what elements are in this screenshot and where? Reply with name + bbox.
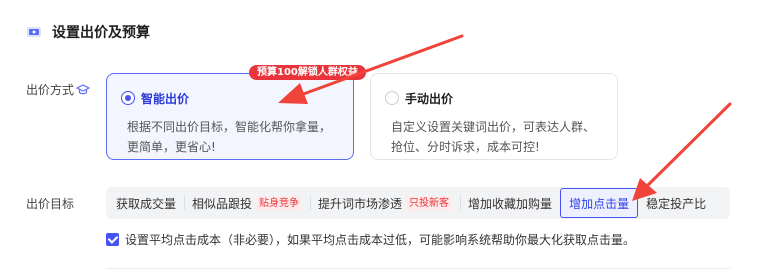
tab-label: 增加点击量 (569, 196, 630, 211)
tab-get-sales[interactable]: 获取成交量 (108, 187, 184, 219)
smart-bid-option[interactable]: 智能出价 根据不同出价目标，智能化帮你拿量，更简单，更省心! (106, 73, 354, 160)
tab-market-penetration[interactable]: 提升词市场渗透 只投新客 (310, 187, 460, 219)
tab-label: 稳定投产比 (646, 196, 707, 211)
tab-increase-clicks[interactable]: 增加点击量 (560, 188, 639, 218)
section-header: 设置出价及预算 (26, 22, 150, 42)
tab-badge: 贴身竞争 (256, 195, 303, 211)
tab-favorites-cart[interactable]: 增加收藏加购量 (460, 187, 560, 219)
avg-cost-checkbox[interactable] (106, 232, 119, 246)
manual-bid-radio[interactable] (385, 91, 399, 105)
smart-bid-radio[interactable] (121, 91, 135, 105)
tab-label: 提升词市场渗透 (318, 196, 403, 211)
bid-method-label-text: 出价方式 (26, 83, 75, 97)
graduation-cap-icon (76, 83, 91, 94)
bid-goal-label: 出价目标 (26, 197, 75, 211)
tab-badge: 只投新客 (406, 195, 453, 211)
section-title: 设置出价及预算 (52, 25, 150, 41)
manual-bid-desc: 自定义设置关键词出价，可表达人群、抢位、分时诉求，成本可控! (391, 120, 596, 154)
smart-bid-desc: 根据不同出价目标，智能化帮你拿量，更简单，更省心! (127, 120, 332, 154)
smart-bid-title: 智能出价 (141, 91, 190, 106)
tab-label: 相似品跟投 (192, 196, 253, 211)
manual-bid-option[interactable]: 手动出价 自定义设置关键词出价，可表达人群、抢位、分时诉求，成本可控! (370, 73, 618, 160)
bottom-divider (106, 268, 730, 269)
manual-bid-title: 手动出价 (405, 91, 454, 106)
bid-goal-tabs: 获取成交量 相似品跟投 贴身竞争 提升词市场渗透 只投新客 增加收藏加购量 增加… (106, 187, 730, 219)
smart-bid-head: 智能出价 (121, 88, 339, 108)
tab-similar-follow[interactable]: 相似品跟投 贴身竞争 (184, 187, 310, 219)
coupon-ticket-icon (27, 27, 41, 37)
tab-label: 增加收藏加购量 (468, 196, 553, 211)
promo-badge: 预算100解锁人群权益 (249, 65, 366, 80)
tab-stable-roi[interactable]: 稳定投产比 (638, 187, 714, 219)
tab-label: 获取成交量 (116, 196, 177, 211)
manual-bid-head: 手动出价 (385, 88, 603, 108)
bid-method-label: 出价方式 (26, 81, 91, 98)
avg-cost-label: 设置平均点击成本（非必要），如果平均点击成本过低，可能影响系统帮助你最大化获取点… (125, 232, 636, 247)
avg-cost-row: 设置平均点击成本（非必要），如果平均点击成本过低，可能影响系统帮助你最大化获取点… (106, 231, 635, 247)
